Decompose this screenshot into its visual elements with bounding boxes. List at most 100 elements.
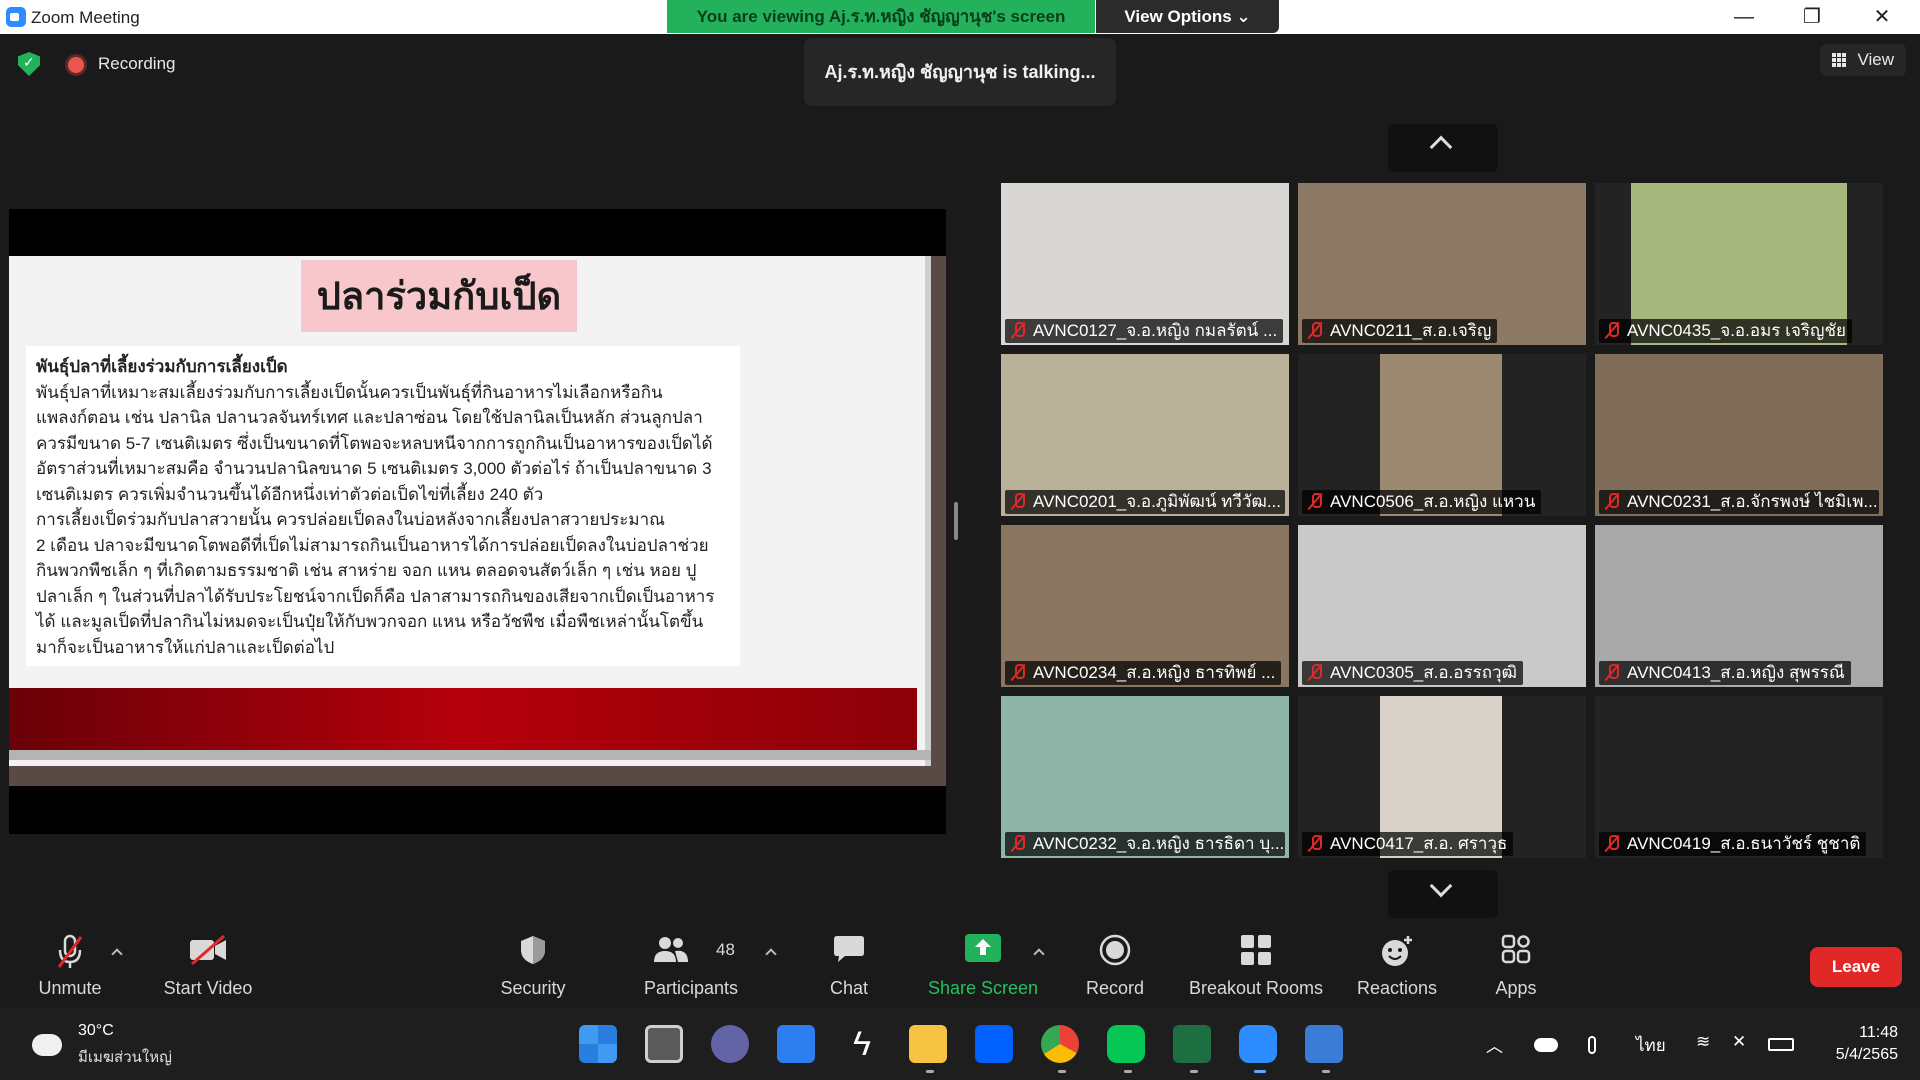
slide-line: อัตราส่วนที่เหมาะสมคือ จำนวนปลานิลขนาด 5… [36, 459, 712, 478]
participant-name: AVNC0201_จ.อ.ภูมิพัฒน์ ทวีวัฒ... [1005, 490, 1285, 514]
participant-name: AVNC0232_จ.อ.หญิง ธารธิดา บุ... [1005, 832, 1285, 856]
chat-button[interactable]: Chat [816, 920, 882, 1008]
participant-tile[interactable]: AVNC0419_ส.อ.ธนาวัชร์ ชูชาติ [1595, 696, 1883, 858]
system-clock[interactable]: 11:48 5/4/2565 [1818, 1022, 1898, 1066]
unmute-button[interactable]: Unmute [22, 920, 118, 1008]
view-label: View [1857, 50, 1894, 69]
restore-button[interactable]: ❐ [1782, 0, 1842, 34]
weather-cloud-icon[interactable] [30, 1026, 62, 1056]
mic-muted-icon [1308, 493, 1322, 510]
slide-line: ควรมีขนาด 5-7 เซนติเมตร ซึ่งเป็นขนาดที่โ… [36, 433, 713, 453]
battery-icon[interactable] [1768, 1038, 1794, 1051]
photos-icon[interactable] [1305, 1025, 1343, 1063]
participant-name: AVNC0231_ส.อ.จักรพงษ์ ไชมิเพ... [1599, 490, 1879, 514]
chevron-up-icon[interactable]: ︿ [1486, 1032, 1503, 1057]
windows-start-icon[interactable] [579, 1025, 617, 1063]
view-options-button[interactable]: View Options ⌄ [1096, 0, 1279, 33]
participant-name: AVNC0413_ส.อ.หญิง สุพรรณี [1599, 661, 1851, 685]
recording-icon [68, 57, 84, 73]
reactions-button[interactable]: Reactions [1352, 920, 1442, 1008]
slide-line: 2 เดือน ปลาจะมีขนาดโตพอดีที่เป็ดไม่สามาร… [36, 535, 709, 555]
speaker-muted-icon[interactable]: ✕ [1732, 1032, 1746, 1052]
video-off-icon [190, 934, 226, 966]
dropbox-icon[interactable] [975, 1025, 1013, 1063]
participant-tile[interactable]: AVNC0232_จ.อ.หญิง ธารธิดา บุ... [1001, 696, 1289, 858]
close-button[interactable]: ✕ [1852, 0, 1912, 34]
participants-button[interactable]: 48 Participants [634, 920, 748, 1008]
reactions-icon [1382, 936, 1412, 966]
mic-muted-icon [1605, 835, 1619, 852]
teams-chat-icon[interactable] [711, 1025, 749, 1063]
security-button[interactable]: Security [488, 920, 578, 1008]
mic-muted-icon [1605, 664, 1619, 681]
participant-tile[interactable]: AVNC0127_จ.อ.หญิง กมลรัตน์ ... [1001, 183, 1289, 345]
participant-name: AVNC0305_ส.อ.อรรถวุฒิ [1302, 661, 1523, 685]
slide-line: ได้ และมูลเป็ดที่ปลากินไม่หมดจะเป็นปุ๋ยใ… [36, 612, 704, 631]
participant-tile[interactable]: AVNC0211_ส.อ.เจริญ [1298, 183, 1586, 345]
running-indicator [1058, 1070, 1066, 1073]
recording-label[interactable]: Recording [98, 54, 176, 74]
onedrive-cloud-icon[interactable] [1534, 1038, 1558, 1052]
participant-tile[interactable]: AVNC0234_ส.อ.หญิง ธารทิพย์ ... [1001, 525, 1289, 687]
participant-tile[interactable]: AVNC0417_ส.อ. ศราวุธ [1298, 696, 1586, 858]
slide-body: พันธุ์ปลาที่เลี้ยงร่วมกับการเลี้ยงเป็ด พ… [26, 346, 740, 666]
file-explorer-icon[interactable] [909, 1025, 947, 1063]
unmute-label: Unmute [38, 978, 102, 998]
slide-line: พันธุ์ปลาที่เหมาะสมเลี้ยงร่วมกับการเลี้ย… [36, 382, 663, 402]
mic-muted-icon [1308, 664, 1322, 681]
clock-time: 11:48 [1859, 1024, 1898, 1041]
app-lightning-icon[interactable]: ϟ [843, 1025, 881, 1063]
chat-icon [834, 936, 864, 962]
running-indicator [1124, 1070, 1132, 1073]
mic-muted-icon [1605, 493, 1619, 510]
participants-label: Participants [643, 978, 739, 998]
participant-name: AVNC0127_จ.อ.หญิง กมลรัตน์ ... [1005, 319, 1284, 343]
participant-name: AVNC0506_ส.อ.หญิง แหวน [1302, 490, 1542, 514]
microphone-icon[interactable] [1588, 1036, 1596, 1054]
slide-stripe [9, 750, 931, 760]
running-indicator [926, 1070, 934, 1073]
task-view-icon[interactable] [645, 1025, 683, 1063]
participant-tile[interactable]: AVNC0231_ส.อ.จักรพงษ์ ไชมิเพ... [1595, 354, 1883, 516]
participant-count: 48 [716, 940, 735, 959]
participant-name: AVNC0211_ส.อ.เจริญ [1302, 319, 1498, 343]
zoom-logo-icon [6, 7, 26, 27]
start-video-button[interactable]: Start Video [150, 920, 266, 1008]
slide-line: มาก็จะเป็นอาหารให้แก่ปลาและเป็ดต่อไป [36, 637, 335, 657]
breakout-rooms-icon [1241, 935, 1271, 965]
participant-tile[interactable]: AVNC0305_ส.อ.อรรถวุฒิ [1298, 525, 1586, 687]
record-label: Record [1085, 978, 1145, 998]
weather-temperature[interactable]: 30°C [78, 1022, 114, 1040]
participant-tile[interactable]: AVNC0506_ส.อ.หญิง แหวน [1298, 354, 1586, 516]
participant-tile[interactable]: AVNC0201_จ.อ.ภูมิพัฒน์ ทวีวัฒ... [1001, 354, 1289, 516]
apps-button[interactable]: Apps [1480, 920, 1552, 1008]
slide-line: กินพวกพืชเล็ก ๆ ที่เกิดตามธรรมชาติ เช่น … [36, 561, 697, 580]
mic-muted-icon [1308, 835, 1322, 852]
participant-tile[interactable]: AVNC0435_จ.อ.อมร เจริญชัย [1595, 183, 1883, 345]
security-label: Security [500, 978, 566, 998]
zoom-app-icon[interactable] [1239, 1025, 1277, 1063]
minimize-button[interactable]: — [1714, 0, 1774, 34]
leave-button[interactable]: Leave [1810, 947, 1902, 987]
gallery-page-down-button[interactable] [1388, 870, 1498, 918]
participant-name: AVNC0419_ส.อ.ธนาวัชร์ ชูชาติ [1599, 832, 1867, 856]
line-app-icon[interactable] [1107, 1025, 1145, 1063]
participants-options-caret[interactable] [765, 948, 777, 960]
breakout-rooms-button[interactable]: Breakout Rooms [1180, 920, 1332, 1008]
mic-muted-icon [1308, 322, 1322, 339]
weather-condition[interactable]: มีเมฆส่วนใหญ่ [78, 1045, 172, 1069]
wifi-icon[interactable]: ≋ [1696, 1032, 1710, 1052]
share-screen-button[interactable]: Share Screen [922, 920, 1044, 1008]
slide-heading: พันธุ์ปลาที่เลี้ยงร่วมกับการเลี้ยงเป็ด [36, 357, 288, 376]
gallery-page-up-button[interactable] [1388, 124, 1498, 172]
input-language[interactable]: ไทย [1636, 1032, 1666, 1059]
view-button[interactable]: View [1820, 44, 1906, 76]
splitter-handle[interactable] [954, 502, 958, 540]
mail-icon[interactable] [777, 1025, 815, 1063]
grid-icon [1832, 53, 1846, 67]
chrome-icon[interactable] [1041, 1025, 1079, 1063]
participant-tile[interactable]: AVNC0413_ส.อ.หญิง สุพรรณี [1595, 525, 1883, 687]
record-button[interactable]: Record [1078, 920, 1152, 1008]
encryption-shield-icon[interactable] [18, 52, 40, 76]
excel-icon[interactable] [1173, 1025, 1211, 1063]
